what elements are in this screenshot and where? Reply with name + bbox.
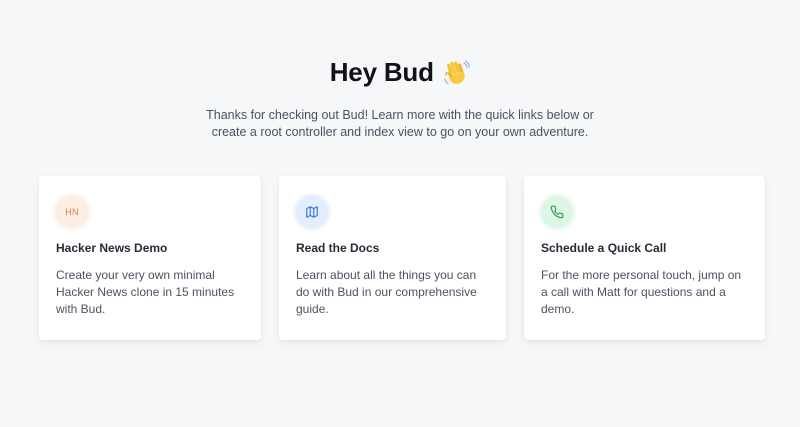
hacker-news-icon-text: HN	[65, 207, 79, 217]
card-read-the-docs[interactable]: Read the Docs Learn about all the things…	[279, 176, 506, 340]
card-hacker-news-demo[interactable]: HN Hacker News Demo Create your very own…	[39, 176, 261, 340]
card-schedule-call[interactable]: Schedule a Quick Call For the more perso…	[524, 176, 765, 340]
card-title: Hacker News Demo	[56, 241, 168, 255]
page-header: Hey Bud	[0, 57, 800, 91]
intro-line-2: create a root controller and index view …	[211, 124, 589, 139]
card-title: Schedule a Quick Call	[541, 241, 667, 255]
welcome-page: Hey Bud Thanks for checking out Bud! Lea…	[0, 0, 800, 427]
intro-line-1: Thanks for checking out Bud! Learn more …	[206, 108, 594, 122]
card-description: Learn about all the things you can do wi…	[296, 268, 477, 316]
map-icon	[296, 196, 328, 228]
card-title: Read the Docs	[296, 241, 380, 255]
card-description: For the more personal touch, jump on a c…	[541, 268, 742, 316]
card-description: Create your very own minimal Hacker News…	[56, 268, 235, 316]
page-title: Hey Bud	[329, 57, 434, 87]
intro-text: Thanks for checking out Bud! Learn more …	[0, 107, 800, 140]
hacker-news-icon: HN	[56, 196, 88, 228]
phone-icon	[541, 196, 573, 228]
waving-hand-icon	[442, 59, 471, 87]
